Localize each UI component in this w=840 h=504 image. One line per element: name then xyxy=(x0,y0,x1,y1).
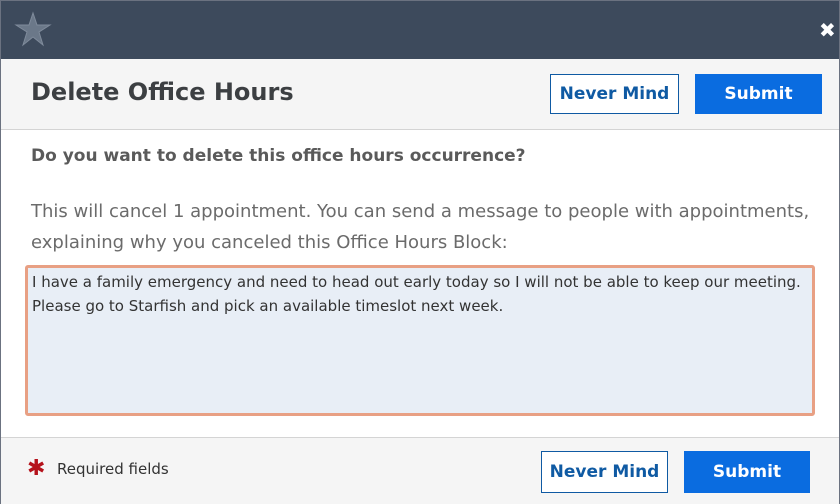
required-fields-label: Required fields xyxy=(57,460,169,478)
dialog-footer: ✱ Required fields Never Mind Submit xyxy=(1,437,839,504)
message-textarea-wrapper: I have a family emergency and need to he… xyxy=(25,265,815,416)
delete-question: Do you want to delete this office hours … xyxy=(31,146,526,166)
dialog-title: Delete Office Hours xyxy=(31,78,294,106)
submit-button-top[interactable]: Submit xyxy=(695,74,822,114)
starfish-star-icon xyxy=(14,11,52,47)
dialog-header: Delete Office Hours Never Mind Submit xyxy=(1,59,839,130)
delete-office-hours-dialog: ✖ Delete Office Hours Never Mind Submit … xyxy=(0,0,840,504)
close-icon[interactable]: ✖ xyxy=(819,19,837,41)
submit-button-bottom[interactable]: Submit xyxy=(684,451,810,493)
never-mind-button-bottom[interactable]: Never Mind xyxy=(541,451,668,493)
required-star-icon: ✱ xyxy=(27,456,46,481)
message-textarea[interactable]: I have a family emergency and need to he… xyxy=(28,268,812,413)
cancel-info-text: This will cancel 1 appointment. You can … xyxy=(31,201,810,253)
dialog-titlebar: ✖ xyxy=(1,1,839,59)
never-mind-button-top[interactable]: Never Mind xyxy=(550,74,679,114)
